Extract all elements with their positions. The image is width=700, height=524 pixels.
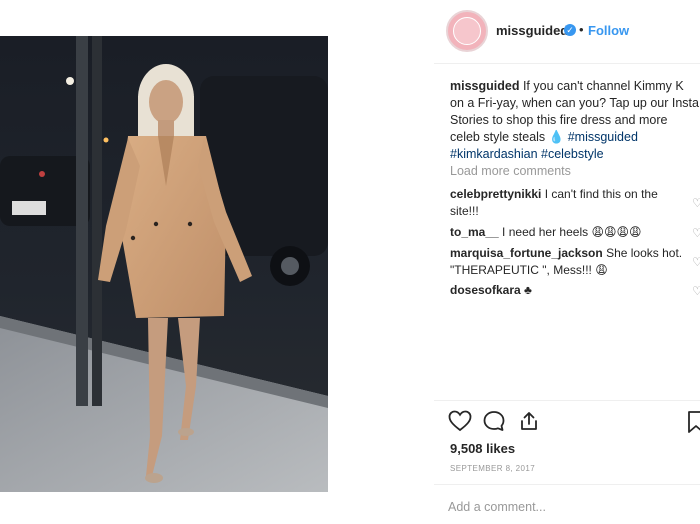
comment-username[interactable]: celebprettynikki bbox=[450, 187, 541, 201]
comment-item: dosesofkara ♣ bbox=[450, 282, 686, 299]
comment-item: to_ma__ I need her heels 😩😩😩😩 bbox=[450, 224, 686, 241]
avatar[interactable] bbox=[446, 10, 488, 52]
comment-item: celebprettynikki I can't find this on th… bbox=[450, 186, 686, 220]
comment-icon[interactable] bbox=[482, 410, 506, 437]
comment-text: ♣ bbox=[524, 283, 532, 297]
caption-username[interactable]: missguided bbox=[450, 79, 519, 93]
follow-button[interactable]: Follow bbox=[588, 23, 629, 38]
heart-icon[interactable] bbox=[448, 410, 472, 437]
comment-username[interactable]: dosesofkara bbox=[450, 283, 521, 297]
load-more-comments-link[interactable]: Load more comments bbox=[450, 164, 571, 178]
header-username[interactable]: missguided bbox=[496, 23, 568, 38]
comment-like-heart-icon[interactable]: ♡ bbox=[692, 227, 700, 239]
avatar-logo bbox=[453, 17, 481, 45]
header-divider bbox=[434, 63, 700, 64]
comment-like-heart-icon[interactable]: ♡ bbox=[692, 285, 700, 297]
add-comment-input[interactable] bbox=[446, 496, 690, 518]
comment-item: marquisa_fortune_jackson She looks hot. … bbox=[450, 245, 686, 279]
comment-text: I need her heels 😩😩😩😩 bbox=[502, 225, 642, 239]
likes-count[interactable]: 9,508 likes bbox=[450, 441, 515, 456]
header-separator: • bbox=[579, 22, 584, 37]
post-date: SEPTEMBER 8, 2017 bbox=[450, 464, 536, 473]
hashtag-missguided[interactable]: #missguided bbox=[568, 130, 638, 144]
comment-username[interactable]: to_ma__ bbox=[450, 225, 499, 239]
hashtag-kimkardashian[interactable]: #kimkardashian bbox=[450, 147, 538, 161]
bookmark-icon[interactable] bbox=[686, 410, 700, 439]
comments-divider bbox=[434, 400, 700, 401]
comment-like-heart-icon[interactable]: ♡ bbox=[692, 197, 700, 209]
actions-divider bbox=[434, 484, 700, 485]
verified-badge-icon: ✓ bbox=[564, 24, 576, 36]
post-caption: missguided If you can't channel Kimmy K … bbox=[450, 78, 700, 163]
hashtag-celebstyle[interactable]: #celebstyle bbox=[541, 147, 604, 161]
comment-username[interactable]: marquisa_fortune_jackson bbox=[450, 246, 603, 260]
comment-like-heart-icon[interactable]: ♡ bbox=[692, 256, 700, 268]
post-photo[interactable] bbox=[0, 36, 328, 492]
post-image bbox=[0, 36, 328, 492]
post-side-panel: missguided ✓ • Follow missguided If you … bbox=[434, 0, 700, 524]
share-icon[interactable] bbox=[518, 410, 540, 437]
